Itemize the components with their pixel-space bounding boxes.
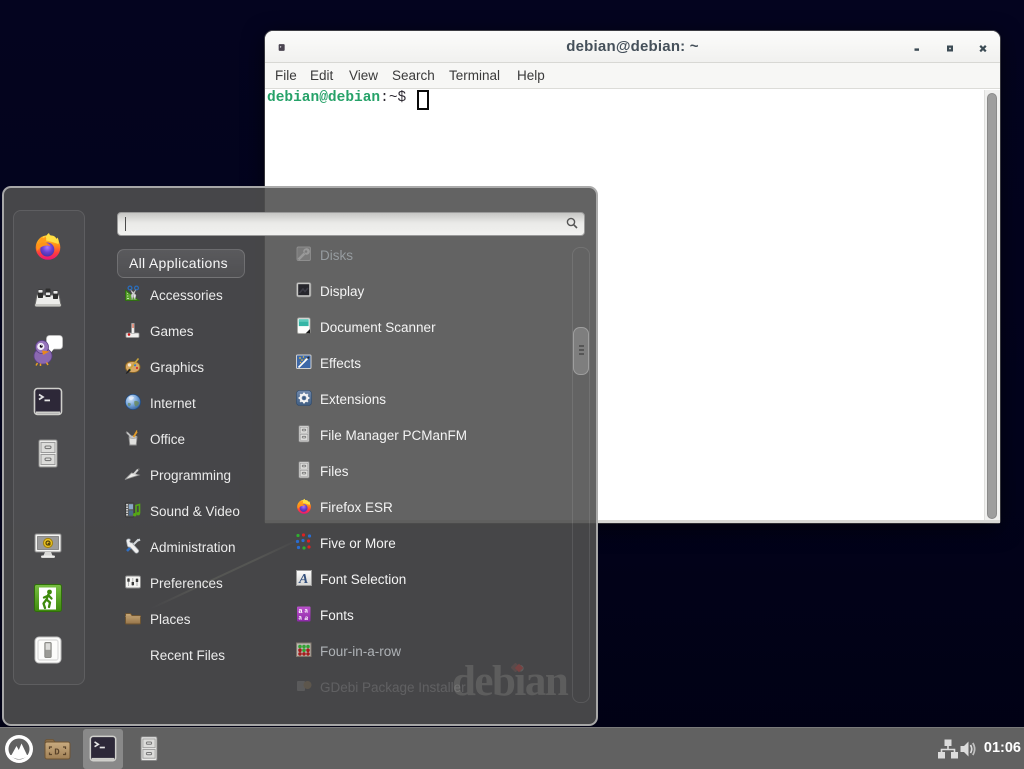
svg-text:a: a [299,608,303,615]
svg-text:a: a [305,615,309,622]
svg-text:D: D [54,748,60,758]
svg-text:A: A [298,572,308,587]
